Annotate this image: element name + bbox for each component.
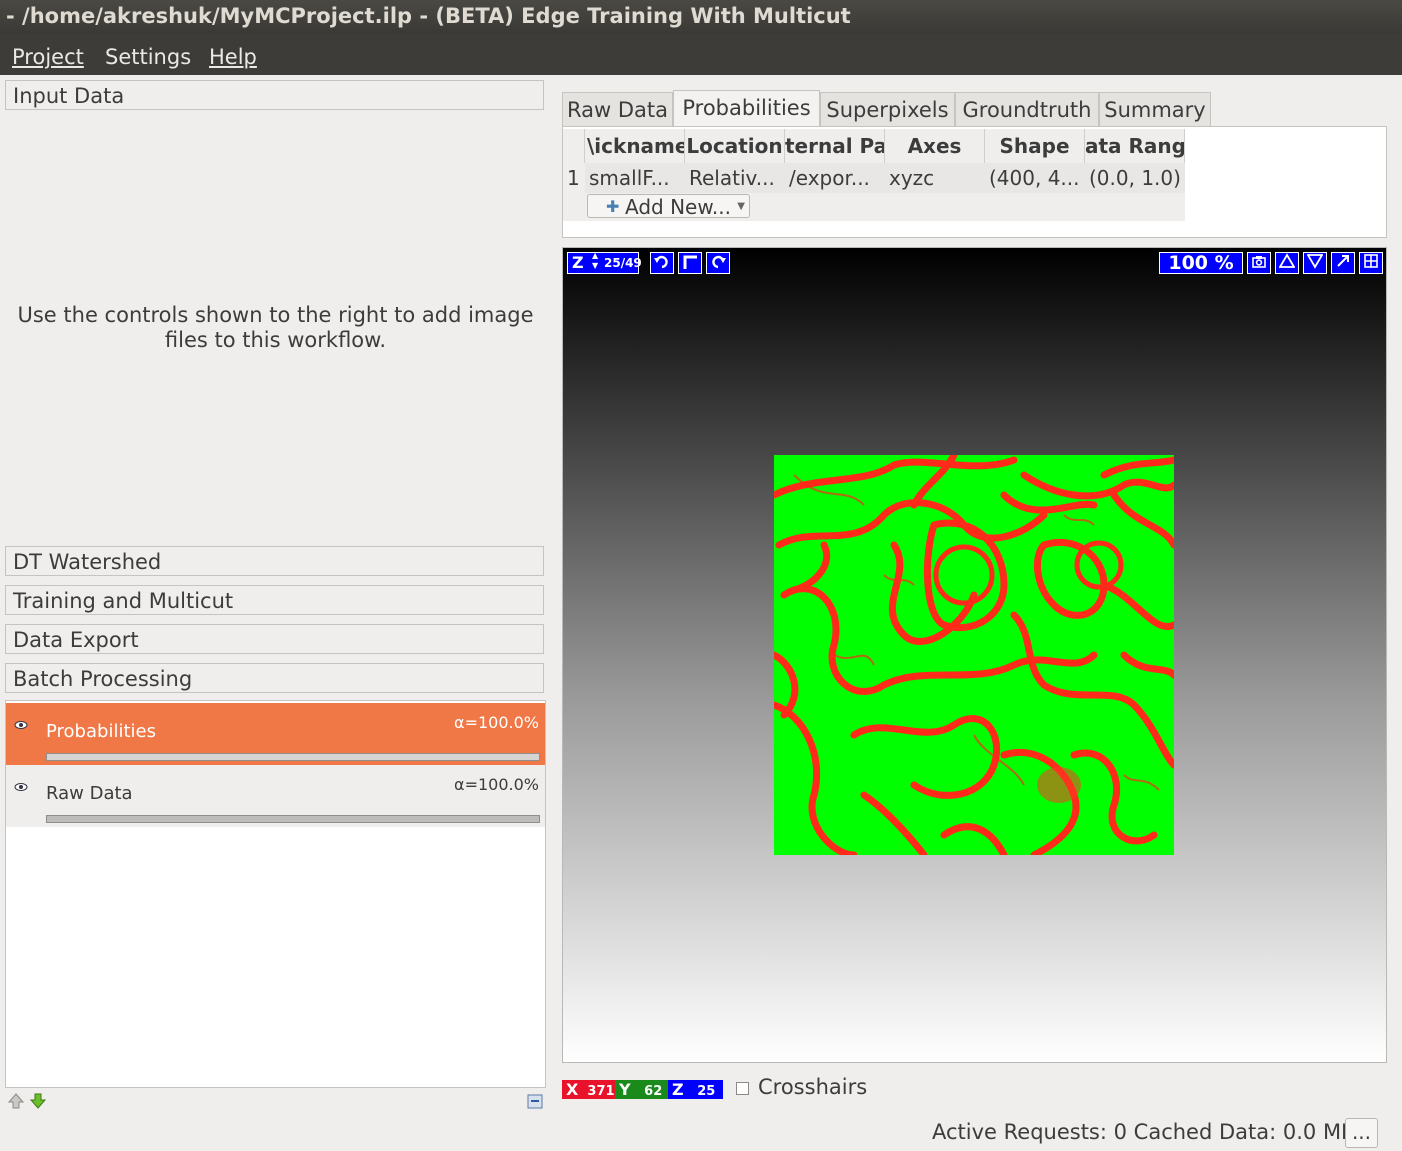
layer-opacity: α=100.0%: [454, 775, 539, 794]
plus-icon: ✚: [606, 197, 620, 216]
input-data-hint: Use the controls shown to the right to a…: [17, 303, 534, 352]
input-data-drawer: Use the controls shown to the right to a…: [5, 113, 546, 544]
probability-image[interactable]: [774, 455, 1174, 855]
delete-layer-icon[interactable]: [526, 1092, 544, 1114]
layer-controls: [5, 1090, 546, 1112]
cell-axes[interactable]: xyzc: [885, 163, 985, 193]
dropdown-arrow-icon: ▼: [737, 201, 745, 212]
add-new-button[interactable]: ✚ Add New... ▼: [587, 194, 750, 219]
applet-training-multicut[interactable]: Training and Multicut: [5, 585, 544, 615]
row-index[interactable]: 1: [563, 163, 585, 193]
rotate-left-icon[interactable]: [650, 252, 674, 274]
image-viewer[interactable]: Z ▲ ▼ 25/49 100 %: [562, 247, 1387, 1063]
menu-help[interactable]: Help: [209, 45, 257, 69]
slice-down-icon[interactable]: [1303, 252, 1327, 274]
crosshairs-label: Crosshairs: [758, 1075, 868, 1099]
slice-up-icon[interactable]: [1275, 252, 1299, 274]
swap-axes-icon[interactable]: [678, 252, 702, 274]
column-header-axes[interactable]: Axes: [885, 129, 985, 163]
tab-superpixels[interactable]: Superpixels: [820, 92, 955, 126]
applet-input-data[interactable]: Input Data: [5, 80, 544, 110]
menu-bar: Project Settings Help: [0, 34, 1402, 75]
cell-shape[interactable]: (400, 4...: [985, 163, 1085, 193]
move-down-icon[interactable]: [29, 1092, 47, 1114]
grid-layout-icon[interactable]: [1359, 252, 1383, 274]
column-header-location[interactable]: Location: [685, 129, 785, 163]
add-new-label: Add New...: [625, 195, 731, 219]
tab-raw-data[interactable]: Raw Data: [562, 92, 673, 126]
applet-data-export[interactable]: Data Export: [5, 624, 544, 654]
more-button[interactable]: ...: [1345, 1118, 1378, 1148]
layer-name: Probabilities: [46, 721, 156, 742]
layer-opacity: α=100.0%: [454, 713, 539, 732]
layer-item-probabilities[interactable]: Probabilities α=100.0%: [6, 703, 545, 765]
z-slice-spinbox[interactable]: Z ▲ ▼ 25/49: [567, 251, 642, 274]
dataset-table: \ickname Location ternal Pa Axes Shape a…: [562, 126, 1387, 238]
cell-data-range[interactable]: (0.0, 1.0): [1085, 163, 1185, 193]
layer-list: Probabilities α=100.0% Raw Data α=100.0%: [5, 700, 546, 1088]
row-header-corner: [563, 129, 585, 163]
zoom-level[interactable]: 100 %: [1159, 252, 1243, 274]
move-up-icon[interactable]: [7, 1092, 25, 1114]
eye-icon[interactable]: [14, 719, 28, 733]
layer-opacity-bar[interactable]: [46, 815, 540, 823]
menu-settings[interactable]: Settings: [105, 45, 191, 69]
column-header-data-range[interactable]: ata Rang: [1085, 129, 1185, 163]
rotate-right-icon[interactable]: [706, 252, 730, 274]
column-header-internal-path[interactable]: ternal Pa: [785, 129, 885, 163]
add-row: ✚ Add New... ▼: [563, 193, 1185, 221]
tab-probabilities[interactable]: Probabilities: [673, 90, 820, 126]
status-text: Active Requests: 0 Cached Data: 0.0 MB: [932, 1120, 1356, 1144]
x-coordinate: X 371: [562, 1080, 615, 1099]
z-axis-label: Z: [572, 253, 584, 272]
applet-batch-processing[interactable]: Batch Processing: [5, 663, 544, 693]
tab-summary[interactable]: Summary: [1099, 92, 1211, 126]
layer-name: Raw Data: [46, 783, 133, 804]
tab-groundtruth[interactable]: Groundtruth: [955, 92, 1099, 126]
layer-item-raw-data[interactable]: Raw Data α=100.0%: [6, 765, 545, 827]
eye-icon[interactable]: [14, 781, 28, 795]
applet-dt-watershed[interactable]: DT Watershed: [5, 546, 544, 576]
z-slice-value: 25/49: [604, 256, 642, 270]
column-header-shape[interactable]: Shape: [985, 129, 1085, 163]
cell-location[interactable]: Relativ...: [685, 163, 785, 193]
column-header-nickname[interactable]: \ickname: [585, 129, 685, 163]
spin-arrows-icon[interactable]: ▲ ▼: [592, 251, 598, 271]
cell-internal-path[interactable]: /expor...: [785, 163, 885, 193]
crosshairs-checkbox[interactable]: [736, 1082, 749, 1095]
window-title: - /home/akreshuk/MyMCProject.ilp - (BETA…: [0, 0, 1402, 34]
maximize-icon[interactable]: [1331, 252, 1355, 274]
applet-drawer: Input Data Use the controls shown to the…: [5, 80, 546, 697]
status-bar: Active Requests: 0 Cached Data: 0.0 MB .…: [0, 1115, 1402, 1151]
camera-icon[interactable]: [1247, 252, 1271, 274]
cell-nickname[interactable]: smallF...: [585, 163, 685, 193]
y-coordinate: Y 62: [615, 1080, 668, 1099]
layer-opacity-bar[interactable]: [46, 753, 540, 761]
menu-project[interactable]: Project: [12, 45, 84, 69]
z-coordinate: Z 25: [668, 1080, 723, 1099]
